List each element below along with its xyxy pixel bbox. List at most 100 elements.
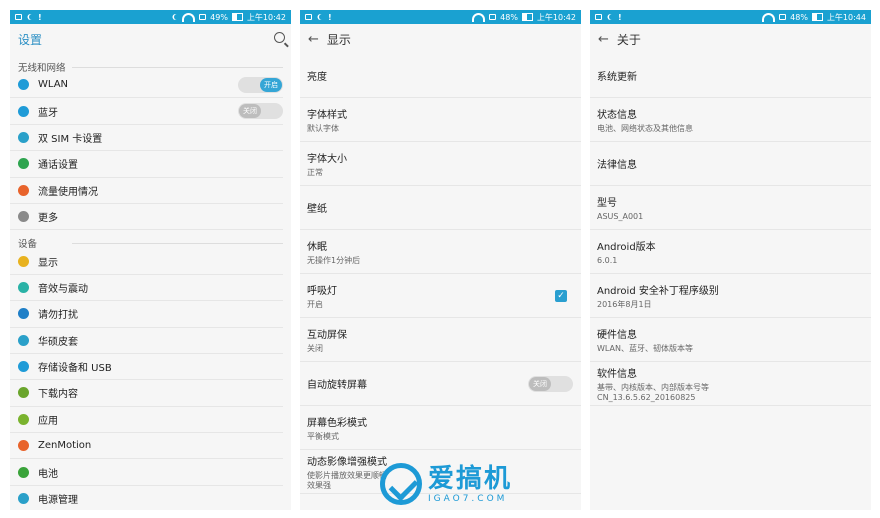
list-item[interactable]: 系统更新	[590, 54, 871, 98]
item-subtitle: 电池、网络状态及其他信息	[597, 123, 693, 133]
list-item[interactable]: Android版本 6.0.1	[590, 230, 871, 274]
settings-screen: ! 49% 上午10:42 设置 无线和网络 WLAN 开启 蓝牙 关闭双 SIM 卡…	[10, 10, 291, 510]
item-title: 亮度	[307, 72, 327, 83]
back-arrow-icon[interactable]: ←	[598, 32, 609, 47]
settings-item-label: 应用	[38, 415, 58, 427]
battery-icon	[231, 13, 243, 21]
clock: 上午10:42	[246, 12, 286, 22]
toggle-label: 关闭	[529, 377, 551, 391]
item-title: 休眠	[307, 241, 327, 253]
back-arrow-icon[interactable]: ←	[308, 32, 319, 47]
status-bar: ! 49% 上午10:42	[10, 10, 291, 24]
list-item[interactable]: 呼吸灯 开启 ✓	[300, 274, 581, 318]
settings-item-label: 电池	[38, 468, 58, 480]
settings-item-label: 更多	[38, 213, 58, 225]
item-title: 字体样式	[307, 109, 347, 121]
item-subtitle: 基带、内核版本、内部版本号等	[597, 382, 709, 392]
phone-icon	[18, 158, 29, 170]
item-title: Android版本	[597, 241, 656, 253]
settings-item[interactable]: 请勿打扰	[10, 301, 283, 328]
toggle-label: 关闭	[239, 104, 261, 119]
download-icon	[18, 387, 29, 399]
settings-item-label: 蓝牙	[38, 107, 58, 119]
settings-item-label: 通话设置	[38, 160, 78, 172]
list-item[interactable]: 互动屏保 关闭	[300, 318, 581, 362]
item-subtitle: 6.0.1	[597, 255, 618, 265]
settings-item[interactable]: 流量使用情况	[10, 178, 283, 204]
list-item[interactable]: 状态信息电池、网络状态及其他信息	[590, 98, 871, 142]
settings-item[interactable]: 电池	[10, 459, 283, 486]
settings-item[interactable]: ZenMotion	[10, 433, 283, 460]
dnd-icon	[174, 14, 180, 20]
list-item[interactable]: 自动旋转屏幕 关闭	[300, 362, 581, 406]
item-subtitle: 关闭	[307, 343, 323, 353]
moon-icon	[29, 14, 35, 20]
wifi-icon	[18, 79, 29, 91]
item-title: 系统更新	[597, 72, 637, 83]
settings-item[interactable]: 下载内容	[10, 380, 283, 407]
item-title: 屏幕色彩模式	[307, 417, 367, 429]
settings-item[interactable]: 显示	[10, 248, 283, 275]
settings-item[interactable]: WLAN 开启	[10, 72, 283, 99]
page-title: 关于	[616, 32, 641, 47]
item-subtitle: 默认字体	[307, 123, 339, 133]
alert-icon: !	[618, 12, 622, 22]
settings-item[interactable]: 更多	[10, 204, 283, 231]
list-item[interactable]: 壁纸	[300, 186, 581, 230]
storage-icon	[18, 361, 29, 373]
page-title: 设置	[18, 32, 43, 47]
item-title: 状态信息	[597, 109, 637, 121]
settings-item[interactable]: 存储设备和 USB	[10, 354, 283, 381]
item-subtitle: 使影片播放效果更顺畅	[307, 470, 387, 480]
toggle-switch[interactable]: 关闭	[238, 103, 283, 120]
settings-item[interactable]: 音效与震动	[10, 275, 283, 302]
settings-item-label: 音效与震动	[38, 283, 88, 295]
cover-icon	[18, 334, 29, 346]
toggle-switch[interactable]: 关闭	[528, 376, 573, 392]
settings-item[interactable]: 华硕皮套	[10, 328, 283, 354]
item-subtitle-2: 效果强	[307, 480, 331, 490]
moon-icon	[18, 308, 29, 320]
settings-item-label: 存储设备和 USB	[38, 363, 112, 375]
power-icon	[18, 493, 29, 505]
about-screen: ! 48% 上午10:44 ← 关于 系统更新 状态信息 电池、网络状态及其他信息法…	[590, 10, 871, 510]
more-icon	[18, 211, 29, 223]
settings-item-label: 请勿打扰	[38, 310, 78, 322]
list-item[interactable]: 亮度	[300, 54, 581, 98]
list-item[interactable]: 法律信息	[590, 142, 871, 186]
settings-item[interactable]: 电源管理	[10, 486, 283, 510]
settings-item[interactable]: 蓝牙 关闭	[10, 98, 283, 125]
settings-item-label: WLAN	[38, 79, 69, 91]
list-item[interactable]: 型号 ASUS_A001	[590, 186, 871, 230]
status-bar: ! 48% 上午10:42	[300, 10, 581, 24]
settings-item-label: 双 SIM 卡设置	[38, 133, 103, 145]
wifi-signal-icon	[182, 12, 196, 22]
list-item[interactable]: 硬件信息 WLAN、蓝牙、韧体版本等	[590, 318, 871, 362]
list-item[interactable]: 字体样式 默认字体	[300, 98, 581, 142]
battery-icon	[811, 13, 823, 21]
search-icon[interactable]	[274, 32, 285, 43]
item-title: 字体大小	[307, 153, 347, 165]
settings-item-label: 下载内容	[38, 389, 78, 401]
item-title: 法律信息	[597, 160, 637, 171]
battery-icon	[18, 466, 29, 478]
list-item[interactable]: 字体大小 正常	[300, 142, 581, 186]
list-item[interactable]: 屏幕色彩模式 平衡模式	[300, 406, 581, 450]
settings-item-label: 华硕皮套	[38, 336, 78, 348]
checkbox-checked[interactable]: ✓	[555, 290, 567, 302]
settings-item[interactable]: 通话设置	[10, 151, 283, 178]
list-item[interactable]: 软件信息 基带、内核版本、内部版本号等 CN_13.6.5.62_20160825	[590, 362, 871, 406]
clock: 上午10:44	[826, 12, 866, 22]
item-subtitle: WLAN、蓝牙、韧体版本等	[597, 343, 694, 353]
toggle-switch[interactable]: 开启	[238, 76, 283, 93]
display-icon	[18, 255, 29, 267]
about-header: ← 关于	[590, 24, 871, 54]
battery-icon	[521, 13, 533, 21]
list-item[interactable]: 休眠 无操作1分钟后	[300, 230, 581, 274]
settings-item[interactable]: 应用	[10, 407, 283, 434]
list-item[interactable]: 动态影像增强模式 使影片播放效果更顺畅 效果强	[300, 450, 581, 494]
settings-item[interactable]: 双 SIM 卡设置	[10, 125, 283, 152]
list-item[interactable]: Android 安全补丁程序级别 2016年8月1日	[590, 274, 871, 318]
bluetooth-icon	[18, 105, 29, 117]
sim-status-icon	[779, 14, 787, 20]
